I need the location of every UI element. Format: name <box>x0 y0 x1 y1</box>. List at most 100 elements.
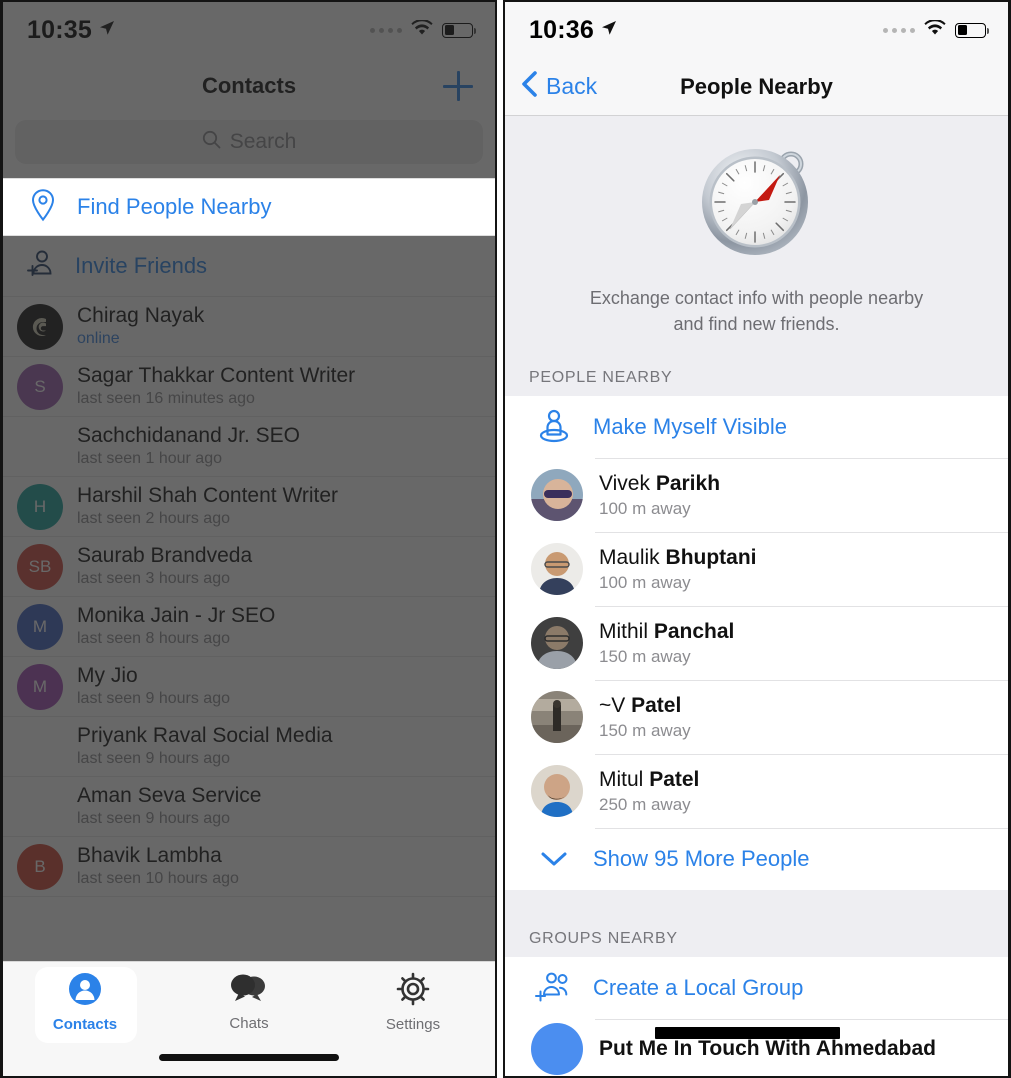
avatar <box>531 469 583 522</box>
battery-icon <box>442 22 477 38</box>
contact-row[interactable]: SB Saurab Brandveda last seen 3 hours ag… <box>3 537 495 597</box>
person-distance: 100 m away <box>599 572 691 592</box>
contact-row[interactable]: Priyank Raval Social Media last seen 9 h… <box>3 717 495 777</box>
redaction-bar <box>655 1027 840 1040</box>
groups-nearby-section-header: GROUPS NEARBY <box>505 890 1008 958</box>
contacts-list: Invite Friends Chirag Nayak online S Sag… <box>3 236 495 897</box>
invite-friends-label: Invite Friends <box>75 253 208 278</box>
avatar <box>17 724 63 770</box>
contact-text: Harshil Shah Content Writer last seen 2 … <box>77 484 338 529</box>
contact-status: last seen 1 hour ago <box>77 450 222 468</box>
groups-nearby-list: Create a Local Group Put Me In Touch Wit… <box>505 957 1008 1076</box>
avatar: M <box>17 603 63 650</box>
invite-friends-row[interactable]: Invite Friends <box>3 236 495 297</box>
person-distance: 250 m away <box>599 794 691 814</box>
contact-row[interactable]: B Bhavik Lambha last seen 10 hours ago <box>3 837 495 897</box>
hero-section: Exchange contact info with people nearby… <box>505 116 1008 356</box>
make-myself-visible-row[interactable]: Make Myself Visible <box>505 396 1008 458</box>
gear-icon <box>396 972 430 1011</box>
search-input[interactable]: Search <box>15 120 483 164</box>
two-phone-screenshot: 10:35 Contacts Search Find People Nearby… <box>0 0 1011 1078</box>
avatar <box>531 543 583 596</box>
tab-label: Contacts <box>52 1015 118 1033</box>
contact-text: Monika Jain - Jr SEO last seen 8 hours a… <box>77 604 275 649</box>
contact-row[interactable]: Sachchidanand Jr. SEO last seen 1 hour a… <box>3 417 495 477</box>
person-text: Mitul Patel 250 m away <box>599 768 699 815</box>
contact-row[interactable]: S Sagar Thakkar Content Writer last seen… <box>3 357 495 417</box>
battery-icon <box>955 22 990 38</box>
contact-row[interactable]: M Monika Jain - Jr SEO last seen 8 hours… <box>3 597 495 657</box>
location-arrow-icon <box>99 20 115 41</box>
hero-description-line2: and find new friends. <box>673 314 840 335</box>
contact-name: Priyank Raval Social Media <box>77 724 333 748</box>
add-contact-button[interactable] <box>443 71 473 101</box>
find-people-nearby-row[interactable]: Find People Nearby <box>3 178 495 236</box>
group-add-icon <box>531 971 577 1005</box>
tab-chats[interactable]: Chats <box>167 973 331 1032</box>
contact-status: last seen 9 hours ago <box>77 810 230 828</box>
contact-row[interactable]: Chirag Nayak online <box>3 297 495 357</box>
back-button[interactable]: Back <box>505 70 597 103</box>
status-right-cluster <box>883 18 990 41</box>
contact-row[interactable]: H Harshil Shah Content Writer last seen … <box>3 477 495 537</box>
person-text: ~V Patel 150 m away <box>599 694 691 741</box>
contact-status: online <box>77 330 120 348</box>
nav-bar-right: Back People Nearby <box>505 58 1008 116</box>
person-add-icon <box>25 249 57 284</box>
make-myself-visible-label: Make Myself Visible <box>593 414 787 440</box>
page-title: Contacts <box>201 73 297 98</box>
search-container: Search <box>3 114 495 178</box>
avatar <box>531 617 583 670</box>
left-phone-contacts-screen: 10:35 Contacts Search Find People Nearby… <box>0 0 497 1078</box>
cellular-dots-icon <box>883 27 915 33</box>
person-row[interactable]: Maulik Bhuptani 100 m away <box>505 532 1008 606</box>
person-distance: 100 m away <box>599 498 691 518</box>
chevron-down-icon <box>531 849 577 869</box>
compass-icon <box>698 149 816 264</box>
person-row[interactable]: Mithil Panchal 150 m away <box>505 606 1008 680</box>
person-name: Mithil Panchal <box>599 619 735 643</box>
contact-name: Harshil Shah Content Writer <box>77 484 339 508</box>
contact-row[interactable]: Aman Seva Service last seen 9 hours ago <box>3 777 495 837</box>
status-bar-left: 10:35 <box>3 2 495 58</box>
cellular-dots-icon <box>370 27 402 33</box>
contact-status: last seen 3 hours ago <box>77 570 230 588</box>
contact-text: My Jio last seen 9 hours ago <box>77 664 230 709</box>
avatar: SB <box>17 543 63 590</box>
hero-description-line1: Exchange contact info with people nearby <box>589 288 924 308</box>
person-row[interactable]: ~V Patel 150 m away <box>505 680 1008 754</box>
contact-text: Sachchidanand Jr. SEO last seen 1 hour a… <box>77 424 300 469</box>
contact-text: Chirag Nayak online <box>77 304 204 349</box>
contact-row[interactable]: M My Jio last seen 9 hours ago <box>3 657 495 717</box>
contact-status: last seen 16 minutes ago <box>77 390 255 408</box>
person-name: ~V Patel <box>599 693 682 717</box>
right-phone-people-nearby-screen: 10:36 Back People Nearby Exchange contac… <box>503 0 1011 1078</box>
tab-settings[interactable]: Settings <box>331 972 495 1033</box>
contact-text: Bhavik Lambha last seen 10 hours ago <box>77 844 239 889</box>
contact-status: last seen 9 hours ago <box>77 690 230 708</box>
contact-name: Monika Jain - Jr SEO <box>77 604 276 628</box>
contact-name: Saurab Brandveda <box>77 544 253 568</box>
back-label: Back <box>546 73 598 99</box>
avatar <box>17 424 63 470</box>
status-time: 10:36 <box>529 15 594 44</box>
avatar <box>17 303 63 350</box>
people-nearby-section-header: PEOPLE NEARBY <box>505 355 1008 397</box>
chat-bubbles-icon <box>230 973 268 1010</box>
home-indicator <box>159 1054 339 1061</box>
contact-text: Aman Seva Service last seen 9 hours ago <box>77 784 261 829</box>
group-row[interactable]: Put Me In Touch With Ahmedabad <box>505 1019 1008 1076</box>
wifi-icon <box>924 18 946 41</box>
avatar: H <box>17 483 63 530</box>
avatar <box>531 691 583 744</box>
show-more-people-row[interactable]: Show 95 More People <box>505 828 1008 890</box>
person-row[interactable]: Mitul Patel 250 m away <box>505 754 1008 828</box>
status-right-cluster <box>370 18 477 41</box>
tabs: Contacts Chats Settings <box>3 962 495 1042</box>
contact-name: My Jio <box>77 664 138 688</box>
avatar: B <box>17 843 63 890</box>
person-row[interactable]: Vivek Parikh 100 m away <box>505 458 1008 532</box>
create-local-group-row[interactable]: Create a Local Group <box>505 957 1008 1019</box>
group-name: Put Me In Touch With Ahmedabad <box>599 1037 936 1061</box>
tab-contacts[interactable]: Contacts <box>3 972 167 1033</box>
